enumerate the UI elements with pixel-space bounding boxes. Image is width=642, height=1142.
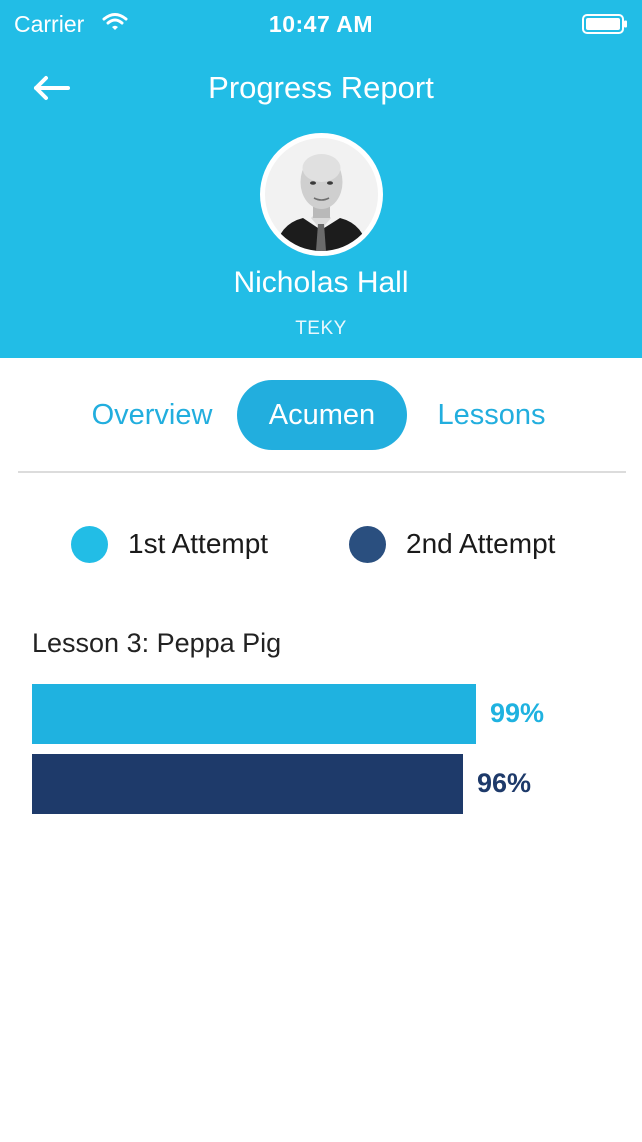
legend-label-first-attempt: 1st Attempt [128,528,269,559]
legend-label-second-attempt: 2nd Attempt [406,528,556,559]
bar-second-attempt [32,754,463,814]
tab-bar: Overview Acumen Lessons [0,380,642,452]
user-organization: TEKY [295,318,347,339]
page-title: Progress Report [208,70,434,105]
legend-dot-second-attempt [349,526,386,563]
tab-overview[interactable]: Overview [76,380,228,450]
tab-divider [18,471,626,473]
chart-title: Lesson 3: Peppa Pig [32,628,282,658]
user-name: Nicholas Hall [233,266,409,299]
battery-icon [582,14,627,34]
status-time: 10:47 AM [268,11,374,37]
bar-value-label-second-attempt: 96% [477,768,532,798]
legend-dot-first-attempt [71,526,108,563]
bar-first-attempt [32,684,476,744]
avatar [260,133,383,256]
tab-acumen[interactable]: Acumen [237,380,407,450]
bar-value-label-first-attempt: 99% [490,698,545,728]
status-bar: Carrier 10:47 AM [0,0,642,50]
tab-lessons[interactable]: Lessons [420,380,563,450]
header: Carrier 10:47 AM Progress Report Nichola… [0,0,642,358]
avatar-photo [265,138,378,251]
chart-legend: 1st Attempt 2nd Attempt [0,520,642,570]
